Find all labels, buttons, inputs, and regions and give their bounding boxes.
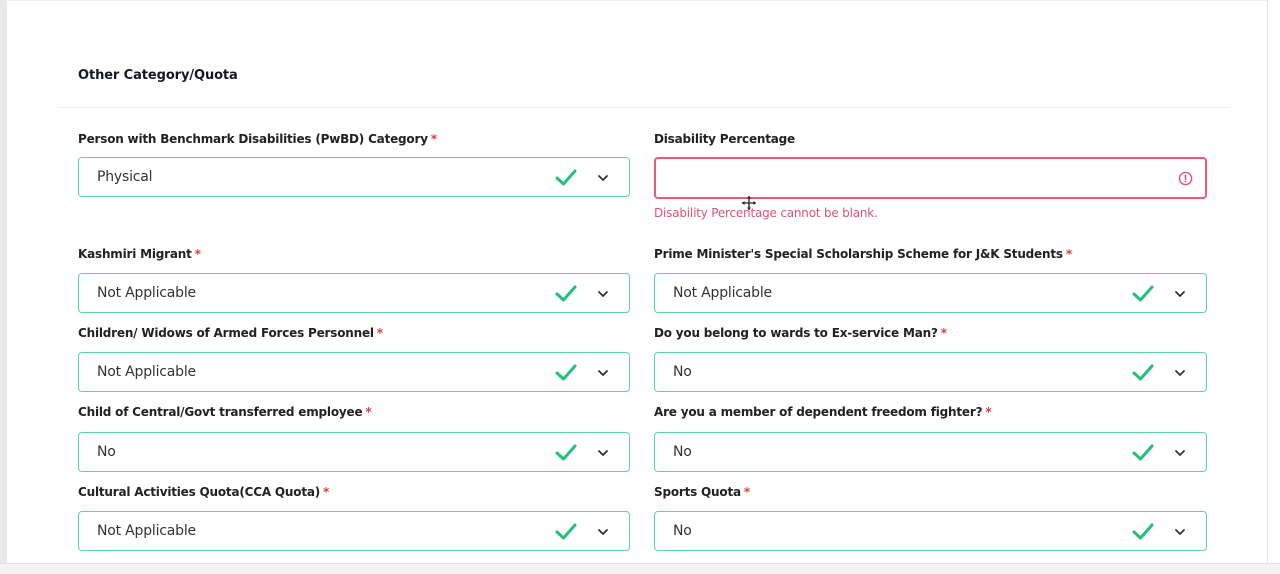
check-icon	[555, 169, 577, 186]
pwbd-select[interactable]: Physical	[78, 157, 630, 197]
freedom-fighter-value: No	[673, 444, 692, 460]
section-divider	[60, 107, 1228, 108]
disability-pct-field[interactable]	[654, 157, 1207, 199]
kashmiri-migrant-label: Kashmiri Migrant *	[78, 247, 201, 261]
sports-quota-value: No	[673, 523, 692, 539]
central-govt-label: Child of Central/Govt transferred employ…	[78, 405, 372, 419]
scrollbar-track[interactable]	[1267, 0, 1280, 573]
pm-scholarship-label: Prime Minister's Special Scholarship Sch…	[654, 247, 1072, 261]
horizontal-scrollbar[interactable]	[0, 563, 1280, 574]
disability-pct-input[interactable]	[656, 159, 1205, 197]
kashmiri-migrant-label-text: Kashmiri Migrant	[78, 247, 192, 261]
armed-forces-label-text: Children/ Widows of Armed Forces Personn…	[78, 326, 374, 340]
sports-quota-select[interactable]: No	[654, 511, 1207, 551]
required-marker: *	[194, 247, 201, 261]
check-icon	[555, 285, 577, 302]
top-border	[7, 0, 1267, 1]
required-marker: *	[365, 405, 372, 419]
required-marker: *	[1065, 247, 1072, 261]
pwbd-label-text: Person with Benchmark Disabilities (PwBD…	[78, 132, 428, 146]
chevron-down-icon[interactable]	[597, 289, 609, 299]
sports-quota-label: Sports Quota *	[654, 485, 750, 499]
cca-quota-value: Not Applicable	[97, 523, 196, 539]
required-marker: *	[323, 485, 330, 499]
disability-pct-error: Disability Percentage cannot be blank.	[654, 206, 878, 220]
left-panel-edge	[0, 0, 7, 573]
alert-circle-icon	[1178, 171, 1193, 186]
ex-service-value: No	[673, 364, 692, 380]
sports-quota-label-text: Sports Quota	[654, 485, 741, 499]
armed-forces-select[interactable]: Not Applicable	[78, 352, 630, 392]
chevron-down-icon[interactable]	[1174, 368, 1186, 378]
central-govt-label-text: Child of Central/Govt transferred employ…	[78, 405, 363, 419]
ex-service-label-text: Do you belong to wards to Ex-service Man…	[654, 326, 938, 340]
freedom-fighter-label: Are you a member of dependent freedom fi…	[654, 405, 992, 419]
required-marker: *	[376, 326, 383, 340]
pwbd-label: Person with Benchmark Disabilities (PwBD…	[78, 132, 437, 146]
check-icon	[1132, 285, 1154, 302]
check-icon	[1132, 523, 1154, 540]
ex-service-label: Do you belong to wards to Ex-service Man…	[654, 326, 947, 340]
chevron-down-icon[interactable]	[597, 448, 609, 458]
armed-forces-label: Children/ Widows of Armed Forces Personn…	[78, 326, 383, 340]
required-marker: *	[940, 326, 947, 340]
check-icon	[1132, 364, 1154, 381]
pwbd-value: Physical	[97, 169, 153, 185]
pm-scholarship-value: Not Applicable	[673, 285, 772, 301]
ex-service-select[interactable]: No	[654, 352, 1207, 392]
check-icon	[555, 364, 577, 381]
check-icon	[555, 523, 577, 540]
disability-pct-label: Disability Percentage	[654, 132, 795, 146]
required-marker: *	[743, 485, 750, 499]
chevron-down-icon[interactable]	[597, 527, 609, 537]
cca-quota-label: Cultural Activities Quota(CCA Quota) *	[78, 485, 329, 499]
freedom-fighter-select[interactable]: No	[654, 432, 1207, 472]
pm-scholarship-select[interactable]: Not Applicable	[654, 273, 1207, 313]
move-cursor-icon	[742, 196, 756, 210]
chevron-down-icon[interactable]	[597, 368, 609, 378]
freedom-fighter-label-text: Are you a member of dependent freedom fi…	[654, 405, 983, 419]
pm-scholarship-label-text: Prime Minister's Special Scholarship Sch…	[654, 247, 1063, 261]
cca-quota-label-text: Cultural Activities Quota(CCA Quota)	[78, 485, 321, 499]
chevron-down-icon[interactable]	[1174, 289, 1186, 299]
chevron-down-icon[interactable]	[1174, 527, 1186, 537]
chevron-down-icon[interactable]	[1174, 448, 1186, 458]
required-marker: *	[985, 405, 992, 419]
cca-quota-select[interactable]: Not Applicable	[78, 511, 630, 551]
armed-forces-value: Not Applicable	[97, 364, 196, 380]
required-marker: *	[430, 132, 437, 146]
section-title: Other Category/Quota	[78, 68, 238, 83]
kashmiri-migrant-value: Not Applicable	[97, 285, 196, 301]
central-govt-select[interactable]: No	[78, 432, 630, 472]
check-icon	[1132, 444, 1154, 461]
disability-pct-label-text: Disability Percentage	[654, 132, 795, 146]
check-icon	[555, 444, 577, 461]
kashmiri-migrant-select[interactable]: Not Applicable	[78, 273, 630, 313]
chevron-down-icon[interactable]	[597, 173, 609, 183]
central-govt-value: No	[97, 444, 116, 460]
